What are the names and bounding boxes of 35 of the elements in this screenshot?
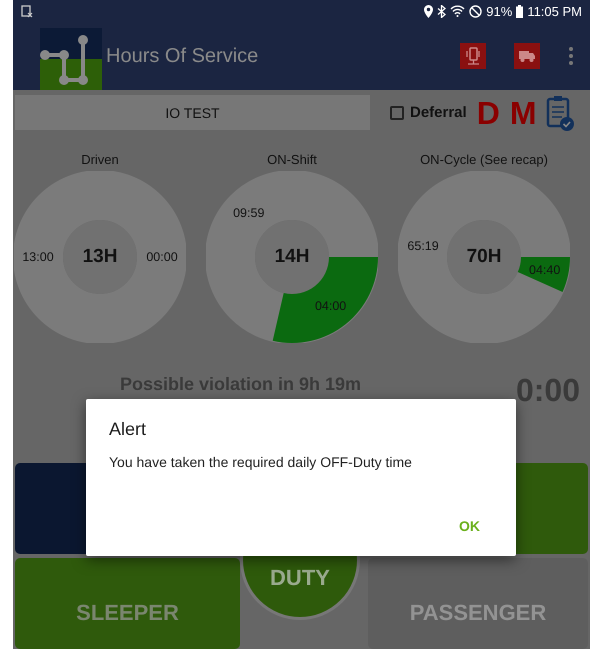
bluetooth-icon [437,4,446,18]
remaining-time: 13:00 [22,250,54,264]
used-time: 04:40 [529,262,560,277]
remaining-time: 09:59 [233,206,264,220]
dialog-title: Alert [109,419,148,440]
used-arc [518,257,570,292]
deferral-checkbox[interactable]: Deferral [390,104,467,121]
gauge-title: ON-Cycle (See recap) [420,151,548,169]
battery-percent: 91% [486,4,512,18]
battery-icon [516,4,524,18]
truck-icon[interactable] [514,43,540,69]
ok-button[interactable]: OK [455,516,484,536]
location-icon [424,4,434,18]
gauge-total: 14H [274,246,310,268]
app-logo [40,28,102,90]
remaining-time: 65:19 [407,238,439,253]
gauge-title: ON-Shift [267,151,317,169]
notification-icon [21,4,33,18]
clipboard-check-icon[interactable] [546,94,574,132]
menu-icon[interactable] [568,47,574,65]
gauge-total: 13H [82,246,118,268]
status-letter: M [510,96,536,128]
vehicle-button[interactable]: IO TEST [15,95,370,130]
used-time: 00:00 [146,250,178,264]
wifi-icon [450,5,466,17]
app-title: Hours Of Service [106,44,260,68]
do-not-disturb-icon [469,4,482,18]
used-time: 04:00 [314,298,346,312]
dialog-message: You have taken the required daily OFF-Duty time [109,454,413,470]
gauge-title: Driven [81,151,119,169]
status-letter: D [476,96,500,128]
gauge-total: 70H [466,246,502,268]
phone-vibrate-icon[interactable] [460,43,486,69]
clock-time: 11:05 PM [527,4,582,18]
duty-button[interactable]: SLEEPER [15,558,240,649]
